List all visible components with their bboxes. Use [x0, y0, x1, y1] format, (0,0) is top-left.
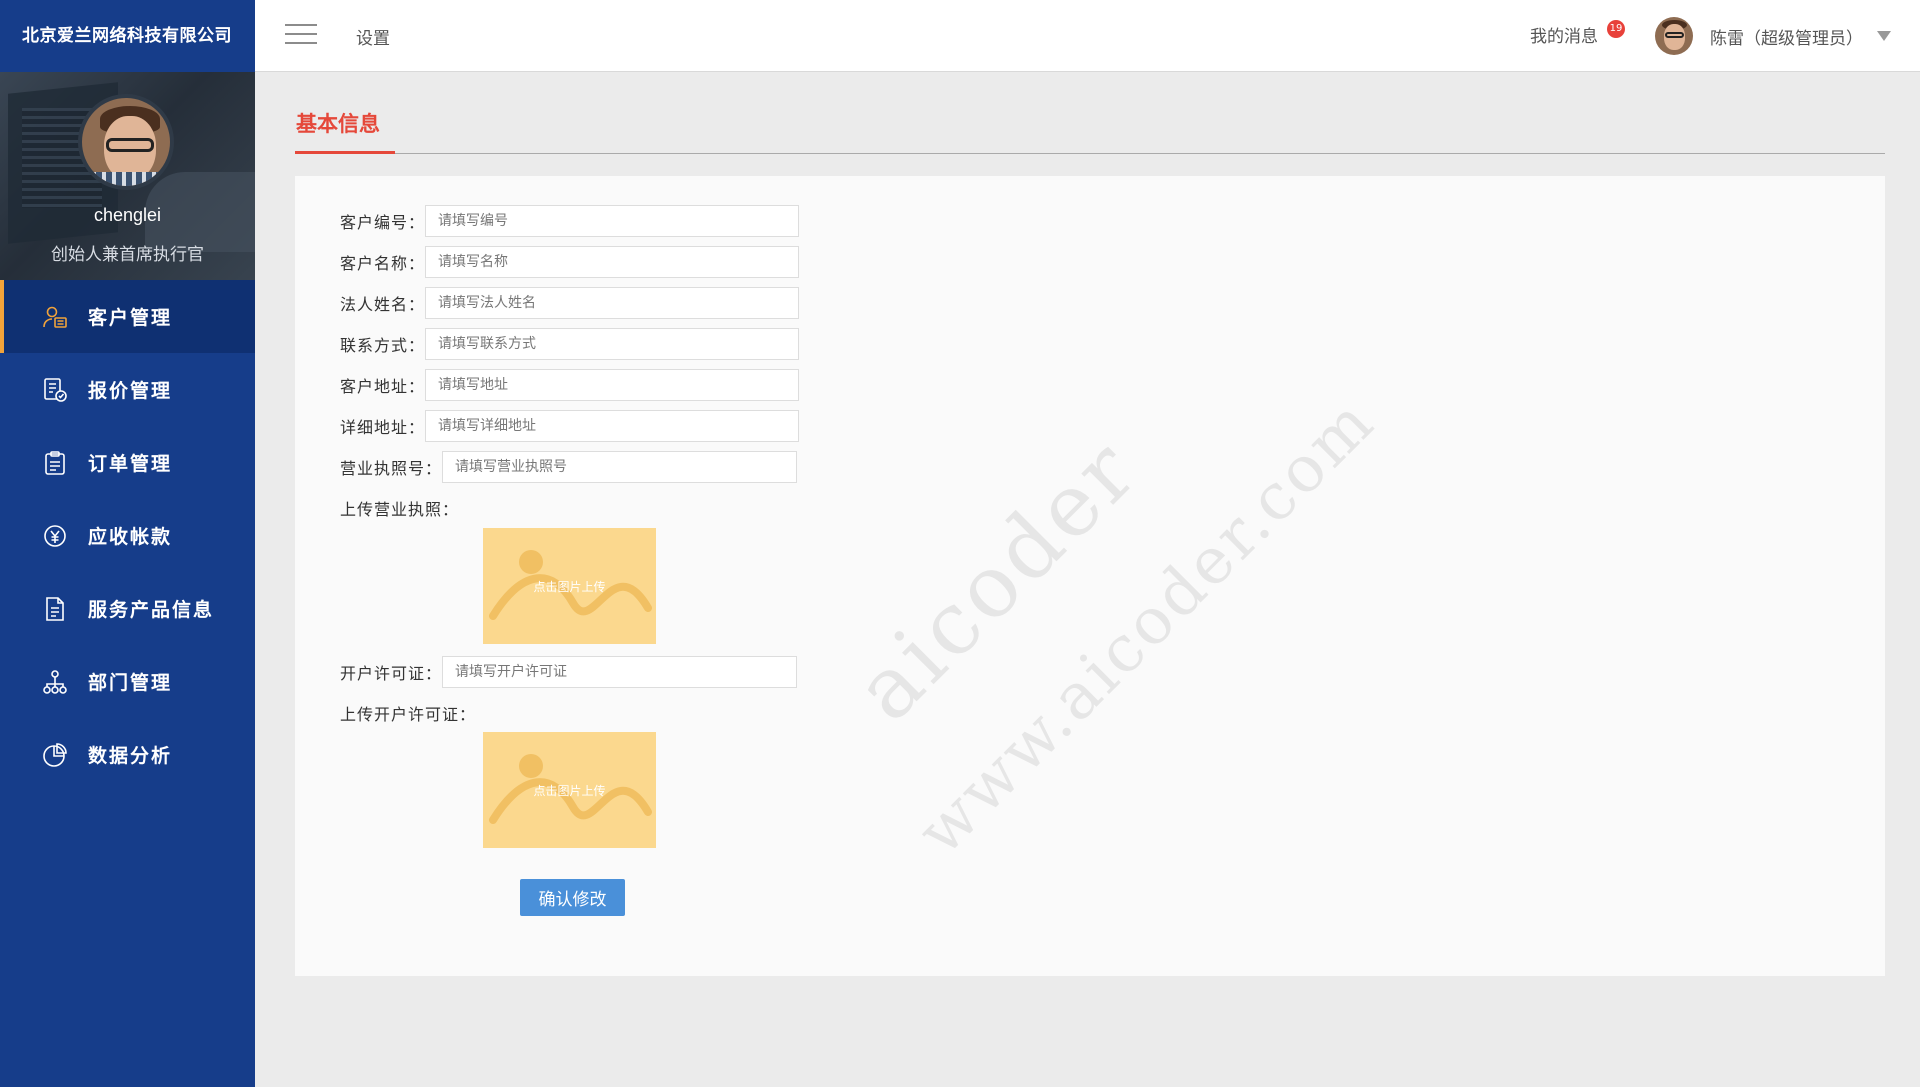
messages-link[interactable]: 我的消息 [1530, 22, 1598, 47]
form-row: 开户许可证： [340, 656, 798, 688]
product-icon [40, 594, 70, 624]
quote-icon [40, 375, 70, 405]
receivable-icon [40, 521, 70, 551]
top-header: 设置 我的消息 19 陈雷（超级管理员） [255, 0, 1920, 72]
section-title[interactable]: 基本信息 [296, 108, 380, 138]
confirm-button[interactable]: 确认修改 [520, 879, 625, 916]
profile-username: chenglei [93, 205, 162, 225]
form-row: 客户地址： [340, 369, 800, 401]
legal-person-field[interactable] [425, 287, 800, 319]
sidebar-item-product[interactable]: 服务产品信息 [0, 572, 255, 645]
sidebar-item-label: 数据分析 [88, 745, 173, 767]
form-row: 客户编号： [340, 205, 800, 237]
header-avatar[interactable] [1655, 17, 1693, 55]
breadcrumb[interactable]: 设置 [356, 24, 390, 49]
sidebar-item-department[interactable]: 部门管理 [0, 645, 255, 718]
active-tab-underline [295, 151, 395, 154]
form-row: 营业执照号： [340, 451, 798, 483]
field-label: 法人姓名： [340, 295, 426, 314]
customer-icon [40, 302, 70, 332]
field-label: 客户编号： [340, 213, 426, 232]
profile-title: 创始人兼首席执行官 [51, 245, 204, 265]
upload-license-button[interactable]: 点击图片上传 [483, 528, 656, 644]
field-label: 营业执照号： [340, 459, 443, 478]
analytics-icon [40, 740, 70, 770]
sidebar-item-label: 订单管理 [88, 453, 173, 475]
field-label: 客户地址： [340, 377, 426, 396]
contact-field[interactable] [425, 328, 800, 360]
field-label: 详细地址： [340, 418, 426, 437]
form-row: 联系方式： [340, 328, 800, 360]
field-label: 开户许可证： [340, 664, 443, 683]
upload-hint: 点击图片上传 [533, 784, 606, 798]
sidebar-item-receivable[interactable]: 应收帐款 [0, 499, 255, 572]
account-permit-field[interactable] [442, 656, 798, 688]
form-row: 客户名称： [340, 246, 800, 278]
customer-id-field[interactable] [425, 205, 800, 237]
sidebar: 北京爱兰网络科技有限公司 chenglei 创始人兼首席执行官 客户管理 报价管… [0, 0, 255, 1087]
upload-permit-button[interactable]: 点击图片上传 [483, 732, 656, 848]
form-row: 详细地址： [340, 410, 800, 442]
company-name: 北京爱兰网络科技有限公司 [0, 0, 255, 72]
form-row: 上传开户许可证： [340, 697, 476, 729]
detail-address-field[interactable] [425, 410, 800, 442]
business-license-field[interactable] [442, 451, 798, 483]
customer-name-field[interactable] [425, 246, 800, 278]
order-icon [40, 448, 70, 478]
field-label: 联系方式： [340, 336, 426, 355]
address-field[interactable] [425, 369, 800, 401]
sidebar-item-customer[interactable]: 客户管理 [0, 280, 255, 353]
sidebar-menu: 客户管理 报价管理 订单管理 应收帐款 服务产品信息 部门管理 数据分析 [0, 280, 255, 791]
form-row: 法人姓名： [340, 287, 800, 319]
department-icon [40, 667, 70, 697]
divider [295, 153, 1885, 154]
form-row: 上传营业执照： [340, 492, 459, 524]
sidebar-item-analytics[interactable]: 数据分析 [0, 718, 255, 791]
sidebar-item-label: 部门管理 [88, 672, 173, 694]
upload-license-label: 上传营业执照： [340, 500, 460, 519]
messages-badge: 19 [1607, 20, 1625, 38]
field-label: 客户名称： [340, 254, 426, 273]
upload-hint: 点击图片上传 [533, 580, 606, 594]
chevron-down-icon[interactable] [1877, 31, 1891, 41]
menu-toggle-icon[interactable] [285, 24, 317, 46]
sidebar-item-label: 服务产品信息 [88, 599, 215, 621]
sidebar-item-label: 报价管理 [88, 380, 173, 402]
sidebar-item-order[interactable]: 订单管理 [0, 426, 255, 499]
sidebar-item-label: 客户管理 [88, 307, 173, 329]
sidebar-item-label: 应收帐款 [88, 526, 173, 548]
avatar[interactable] [78, 94, 174, 190]
sidebar-item-quote[interactable]: 报价管理 [0, 353, 255, 426]
upload-permit-label: 上传开户许可证： [340, 705, 477, 724]
user-menu[interactable]: 陈雷（超级管理员） [1710, 24, 1863, 49]
